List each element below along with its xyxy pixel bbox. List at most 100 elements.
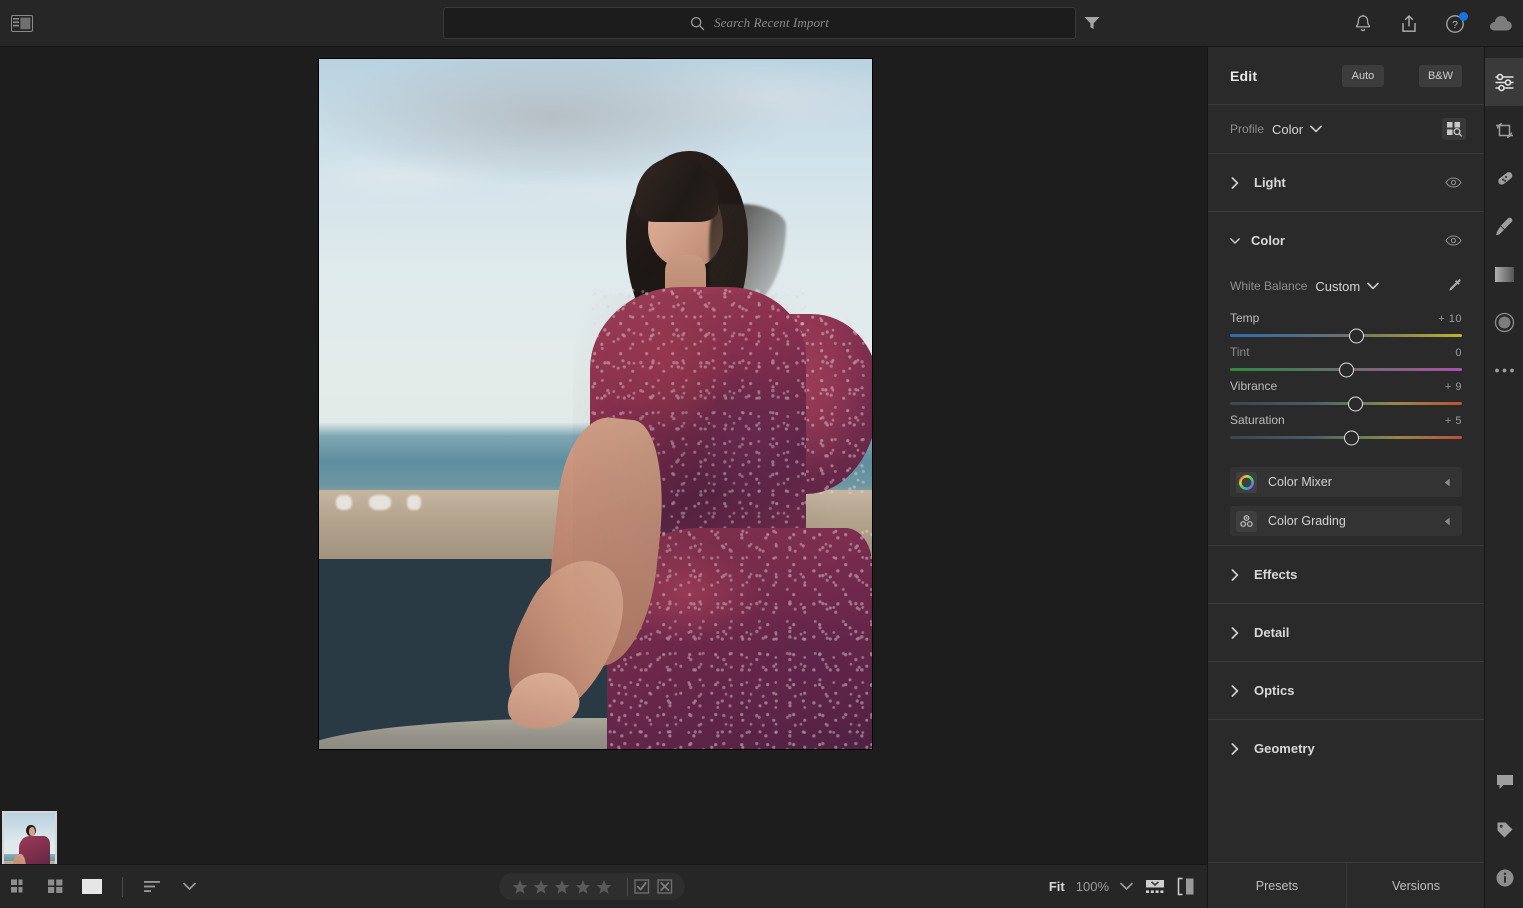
search-inner: Search Recent Import <box>690 15 829 31</box>
color-grading-row[interactable]: Color Grading <box>1230 506 1462 536</box>
slider-temp-value: + 10 <box>1438 313 1462 325</box>
section-geometry[interactable]: Geometry <box>1208 720 1484 777</box>
color-grading-label: Color Grading <box>1268 514 1346 528</box>
lightroom-window: Search Recent Import ? Fit 100% Edit Aut… <box>0 0 1523 908</box>
slider-vibrance-value: + 9 <box>1444 381 1462 393</box>
bottom-toolbar: Fit 100% <box>0 864 1207 908</box>
rail-tool-edit[interactable] <box>1485 58 1523 106</box>
detail-view-icon[interactable] <box>77 874 107 900</box>
slider-vibrance-label: Vibrance <box>1230 379 1278 393</box>
color-grading-caret-left-icon[interactable] <box>1444 517 1451 526</box>
main-photo[interactable] <box>319 59 872 749</box>
photo-shadow <box>573 293 839 749</box>
slider-saturation-knob[interactable] <box>1344 430 1360 445</box>
slider-vibrance-knob[interactable] <box>1347 396 1363 411</box>
zoom-chevron-down-icon[interactable] <box>1120 882 1133 891</box>
white-balance-value[interactable]: Custom <box>1315 279 1360 294</box>
slider-tint-value: 0 <box>1455 347 1462 359</box>
slider-saturation-header: Saturation + 5 <box>1230 413 1462 427</box>
notifications-bell-icon[interactable] <box>1351 12 1375 36</box>
sliders-icon <box>1494 72 1515 93</box>
tag-icon <box>1495 820 1515 840</box>
profile-chevron-down-icon[interactable] <box>1310 125 1322 133</box>
photo-stage <box>0 47 1207 908</box>
section-detail-label: Detail <box>1254 625 1290 640</box>
slider-tint: Tint 0 <box>1230 345 1462 377</box>
color-eye-icon[interactable] <box>1445 235 1462 246</box>
rail-tool-more[interactable] <box>1485 346 1523 394</box>
filmstrip-toggle-icon[interactable] <box>1144 878 1166 896</box>
slider-tint-knob[interactable] <box>1338 362 1354 377</box>
search-placeholder: Search Recent Import <box>714 15 829 30</box>
white-balance-row: White Balance Custom <box>1230 269 1462 303</box>
search-input[interactable]: Search Recent Import <box>443 7 1076 39</box>
color-mixer-caret-left-icon[interactable] <box>1444 478 1451 487</box>
rail-tool-crop[interactable] <box>1485 106 1523 154</box>
slider-temp-header: Temp + 10 <box>1230 311 1462 325</box>
comment-bubble-icon <box>1495 773 1515 791</box>
slider-temp-track[interactable] <box>1230 328 1462 343</box>
sort-lines-icon[interactable] <box>138 874 168 900</box>
color-wheel-icon <box>1236 471 1257 493</box>
section-detail[interactable]: Detail <box>1208 604 1484 661</box>
section-light-label: Light <box>1254 175 1286 190</box>
chevron-down-icon <box>1230 237 1240 245</box>
slider-temp-label: Temp <box>1230 311 1260 325</box>
profile-browser-icon[interactable] <box>1442 118 1466 140</box>
square-grid-icon[interactable] <box>41 874 71 900</box>
brush-icon <box>1494 216 1515 237</box>
cloud-sync-icon[interactable] <box>1489 12 1513 36</box>
zoom-value[interactable]: 100% <box>1076 879 1109 894</box>
rail-tool-brush[interactable] <box>1485 202 1523 250</box>
toolbar-divider <box>122 876 123 897</box>
rail-tool-linear-gradient[interactable] <box>1485 250 1523 298</box>
top-bar-actions: ? <box>1351 0 1513 47</box>
panel-layout-icon[interactable] <box>5 10 39 36</box>
share-upload-icon[interactable] <box>1397 12 1421 36</box>
section-light[interactable]: Light <box>1208 154 1484 211</box>
slider-saturation-track[interactable] <box>1230 430 1462 445</box>
rail-tool-heal[interactable] <box>1485 154 1523 202</box>
rating-divider <box>627 877 628 896</box>
fit-label[interactable]: Fit <box>1049 879 1065 894</box>
white-balance-chevron-down-icon[interactable] <box>1367 282 1379 290</box>
rail-tool-comments[interactable] <box>1485 758 1523 806</box>
star-icon <box>512 879 528 894</box>
section-effects-label: Effects <box>1254 567 1298 582</box>
color-mixer-row[interactable]: Color Mixer <box>1230 467 1462 497</box>
rail-tool-radial-gradient[interactable] <box>1485 298 1523 346</box>
versions-button[interactable]: Versions <box>1347 863 1485 908</box>
section-effects[interactable]: Effects <box>1208 546 1484 603</box>
light-eye-icon[interactable] <box>1445 177 1462 188</box>
rail-tool-keywords[interactable] <box>1485 806 1523 854</box>
section-optics-label: Optics <box>1254 683 1295 698</box>
section-color[interactable]: Color <box>1208 212 1484 269</box>
slider-saturation: Saturation + 5 <box>1230 413 1462 445</box>
before-after-icon[interactable] <box>1177 877 1195 896</box>
more-dots-icon <box>1494 367 1515 374</box>
slider-temp-knob[interactable] <box>1348 328 1364 343</box>
auto-button[interactable]: Auto <box>1342 64 1384 87</box>
profile-value[interactable]: Color <box>1272 122 1303 137</box>
slider-saturation-label: Saturation <box>1230 413 1285 427</box>
bw-button[interactable]: B&W <box>1418 64 1462 87</box>
presets-button[interactable]: Presets <box>1208 863 1346 908</box>
rail-tool-info[interactable] <box>1485 854 1523 902</box>
linear-gradient-icon <box>1494 266 1515 283</box>
sort-chevron-down-icon[interactable] <box>174 874 204 900</box>
rating-flag-toolbar <box>499 873 685 900</box>
filmstrip <box>0 759 1207 893</box>
eyedropper-icon[interactable] <box>1447 278 1464 295</box>
filter-funnel-icon[interactable] <box>1082 13 1102 33</box>
help-circle-icon[interactable]: ? <box>1443 11 1468 36</box>
slider-tint-track[interactable] <box>1230 362 1462 377</box>
page-title: Edit <box>1230 67 1258 84</box>
grid-view-icon[interactable] <box>5 874 35 900</box>
flag-pick-icon <box>634 879 650 894</box>
bottom-toolbar-left <box>5 874 204 900</box>
slider-vibrance-track[interactable] <box>1230 396 1462 411</box>
section-optics[interactable]: Optics <box>1208 662 1484 719</box>
profile-label: Profile <box>1230 122 1265 136</box>
slider-tint-label: Tint <box>1230 345 1250 359</box>
star-rating[interactable] <box>503 879 621 895</box>
